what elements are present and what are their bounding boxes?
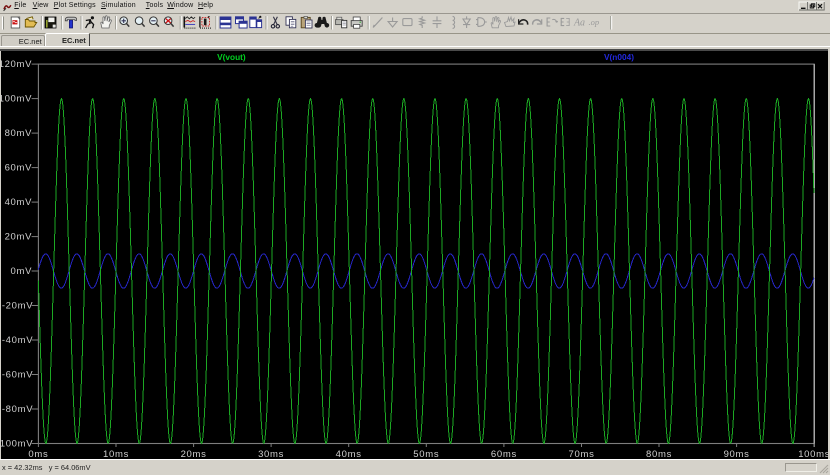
svg-text:120mV: 120mV <box>0 59 32 70</box>
svg-text:90ms: 90ms <box>724 449 750 459</box>
svg-text:30ms: 30ms <box>258 449 284 459</box>
svg-text:40mV: 40mV <box>5 197 33 208</box>
svg-text:80ms: 80ms <box>646 449 672 459</box>
svg-text:20mV: 20mV <box>5 231 33 242</box>
svg-text:Aa: Aa <box>573 18 585 29</box>
svg-text:-100mV: -100mV <box>0 438 33 449</box>
svg-text:-80mV: -80mV <box>2 404 33 415</box>
svg-text:60ms: 60ms <box>491 449 517 459</box>
svg-text:40ms: 40ms <box>336 449 362 459</box>
svg-text:-60mV: -60mV <box>2 369 33 380</box>
svg-text:-20mV: -20mV <box>2 300 33 311</box>
svg-text:V(vout): V(vout) <box>217 52 246 62</box>
svg-text:0ms: 0ms <box>28 449 48 459</box>
svg-text:20ms: 20ms <box>181 449 207 459</box>
svg-text:10ms: 10ms <box>103 449 129 459</box>
svg-text:50ms: 50ms <box>413 449 439 459</box>
svg-text:100ms: 100ms <box>798 449 828 459</box>
svg-text:80mV: 80mV <box>5 128 33 139</box>
svg-text:.op: .op <box>588 17 599 27</box>
svg-text:-40mV: -40mV <box>2 335 33 346</box>
svg-text:70ms: 70ms <box>568 449 594 459</box>
svg-text:100mV: 100mV <box>0 93 32 104</box>
svg-text:V(n004): V(n004) <box>604 52 634 62</box>
svg-text:0mV: 0mV <box>11 266 33 277</box>
svg-text:60mV: 60mV <box>5 162 33 173</box>
